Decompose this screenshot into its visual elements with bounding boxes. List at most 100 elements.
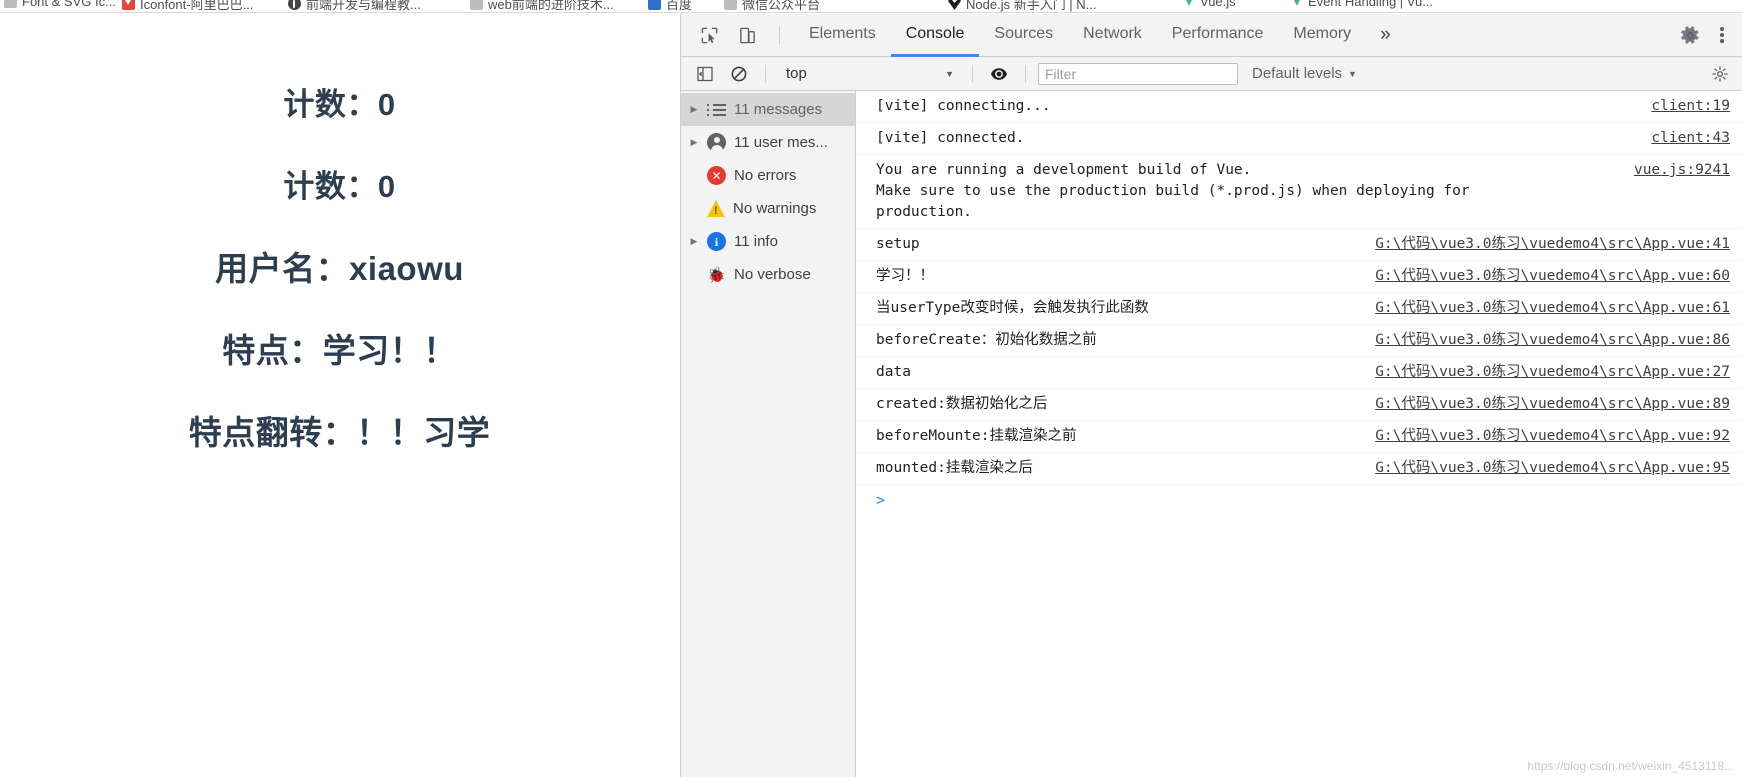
tab-label: Elements — [809, 25, 876, 42]
console-log-row[interactable]: created:数据初始化之后 G:\代码\vue3.0练习\vuedemo4\s… — [856, 389, 1742, 421]
console-log-source-link[interactable]: G:\代码\vue3.0练习\vuedemo4\src\App.vue:27 — [1375, 362, 1730, 383]
screenshot-root: Font & SVG Ic... Iconfont-阿里巴巴... 前端开发与编程教… — [0, 0, 1742, 777]
tab-network[interactable]: Network — [1068, 14, 1157, 57]
console-log-row[interactable]: 当userType改变时候，会触发执行此函数 G:\代码\vue3.0练习\vue… — [856, 293, 1742, 325]
tab-memory[interactable]: Memory — [1278, 14, 1366, 57]
sidebar-item-error[interactable]: ▶✕No errors — [681, 159, 855, 192]
console-log-row[interactable]: [vite] connecting... client:19 — [856, 91, 1742, 123]
list-icon — [707, 100, 726, 119]
console-log-source-link[interactable]: G:\代码\vue3.0练习\vuedemo4\src\App.vue:60 — [1375, 266, 1730, 287]
console-log-message: setup — [876, 236, 920, 252]
toolbar-divider — [779, 26, 780, 44]
bookmark-label: Font & SVG Ic... — [22, 0, 116, 9]
tab-console[interactable]: Console — [890, 14, 980, 57]
console-log-row[interactable]: data G:\代码\vue3.0练习\vuedemo4\src\App.vue:… — [856, 357, 1742, 389]
tab-label: Memory — [1293, 25, 1352, 42]
bookmark-item[interactable]: Iconfont-阿里巴巴... — [122, 0, 253, 12]
sidebar-item-warning[interactable]: ▶!No warnings — [681, 192, 855, 225]
console-log-row[interactable]: beforeMounte:挂载渲染之前 G:\代码\vue3.0练习\vuedem… — [856, 421, 1742, 453]
sidebar-item-info[interactable]: ▶ i 11 info — [681, 225, 855, 258]
console-log-message: beforeCreate：初始化数据之前 — [876, 332, 1097, 348]
sidebar-item-bug[interactable]: ▶🐞No verbose — [681, 258, 855, 291]
console-log-message: mounted:挂载渲染之后 — [876, 460, 1033, 476]
console-settings-icon[interactable] — [1706, 60, 1734, 88]
execution-context-selector[interactable]: top ▼ — [778, 62, 960, 86]
console-log-source-link[interactable]: G:\代码\vue3.0练习\vuedemo4\src\App.vue:86 — [1375, 330, 1730, 351]
black-hex-icon — [948, 0, 961, 10]
green-triangle-icon — [1182, 0, 1195, 8]
console-log-message: created:数据初始化之后 — [876, 396, 1048, 412]
more-options-icon[interactable] — [1708, 21, 1736, 49]
execution-context-label: top — [786, 65, 807, 82]
console-log-source-link[interactable]: vue.js:9241 — [1634, 160, 1730, 181]
grey-square-icon — [470, 0, 483, 10]
bug-icon: 🐞 — [707, 266, 726, 284]
console-log-source-link[interactable]: G:\代码\vue3.0练习\vuedemo4\src\App.vue:92 — [1375, 426, 1730, 447]
device-toolbar-icon[interactable] — [733, 21, 761, 49]
sidebar-item-label: 11 info — [734, 233, 778, 250]
tab-elements[interactable]: Elements — [794, 14, 891, 57]
grey-square-icon — [724, 0, 737, 10]
bookmark-label: Event Handling | Vu... — [1308, 0, 1434, 9]
console-log-row[interactable]: [vite] connected. client:43 — [856, 123, 1742, 155]
gear-icon[interactable] — [1676, 21, 1704, 49]
chevron-right-icon[interactable]: ▶ — [689, 137, 699, 148]
filter-input[interactable] — [1038, 62, 1238, 85]
green-triangle-icon — [1290, 0, 1303, 8]
console-log-message: data — [876, 364, 911, 380]
console-log-row[interactable]: beforeCreate：初始化数据之前 G:\代码\vue3.0练习\vuede… — [856, 325, 1742, 357]
tab-label: Performance — [1171, 25, 1264, 42]
chevron-right-icon[interactable]: ▶ — [689, 236, 699, 247]
clear-console-icon[interactable] — [725, 60, 753, 88]
console-log-row[interactable]: You are running a development build of V… — [856, 155, 1742, 229]
console-log-source-link[interactable]: G:\代码\vue3.0练习\vuedemo4\src\App.vue:89 — [1375, 394, 1730, 415]
chevron-right-icon[interactable]: ▶ — [689, 104, 699, 115]
bookmark-item[interactable]: Event Handling | Vu... — [1290, 0, 1433, 9]
console-log-row[interactable]: mounted:挂载渲染之后 G:\代码\vue3.0练习\vuedemo4\sr… — [856, 453, 1742, 485]
sidebar-item-list[interactable]: ▶ 11 messages — [681, 93, 855, 126]
page-content: 计数：0 计数：0 用户名：xiaowu 特点：学习！！ 特点翻转：！！习学 — [0, 14, 679, 474]
rendered-page-viewport: 计数：0 计数：0 用户名：xiaowu 特点：学习！！ 特点翻转：！！习学 — [0, 14, 679, 777]
tab-performance[interactable]: Performance — [1157, 14, 1279, 57]
filterbar-right — [1706, 60, 1736, 88]
filterbar-divider-1 — [765, 64, 766, 83]
console-log-source-link[interactable]: G:\代码\vue3.0练习\vuedemo4\src\App.vue:95 — [1375, 458, 1730, 479]
bookmark-item[interactable]: 百度 — [648, 0, 693, 12]
console-log-source-link[interactable]: client:43 — [1651, 128, 1730, 149]
console-log-row[interactable]: 学习！！ G:\代码\vue3.0练习\vuedemo4\src\App.vue:… — [856, 261, 1742, 293]
console-log-list: [vite] connecting... client:19 [vite] conn… — [856, 91, 1742, 777]
console-sidebar: ▶11 messages▶11 user mes...▶✕No errors▶!… — [681, 91, 856, 777]
bookmark-item[interactable]: web前端的进阶技术... — [470, 0, 614, 12]
console-log-source-link[interactable]: G:\代码\vue3.0练习\vuedemo4\src\App.vue:41 — [1375, 234, 1730, 255]
sidebar-item-user[interactable]: ▶ 11 user mes... — [681, 126, 855, 159]
devtools-tabbar: Elements Console Sources Network Performance… — [681, 14, 1742, 57]
devtools-tab-list: Elements Console Sources Network Performance… — [794, 14, 1366, 57]
prompt-caret: > — [876, 491, 886, 509]
log-levels-dropdown[interactable]: Default levels ▼ — [1244, 65, 1365, 82]
tab-label: Sources — [994, 25, 1054, 42]
console-prompt[interactable]: > — [856, 485, 1742, 515]
bookmark-item[interactable]: 前端开发与编程教... — [288, 0, 421, 12]
inspect-element-icon[interactable] — [695, 21, 723, 49]
sidebar-item-label: No warnings — [733, 200, 817, 217]
page-line-count-1: 计数：0 — [283, 87, 396, 122]
bookmark-item[interactable]: Font & SVG Ic... — [4, 0, 116, 9]
live-expression-icon[interactable] — [985, 60, 1013, 88]
dark-circle-icon — [288, 0, 301, 10]
watermark-text: https://blog.csdn.net/weixin_4513118... — [1527, 759, 1734, 773]
bookmark-item[interactable]: Node.js 新手入门 | N... — [948, 0, 1097, 12]
console-log-source-link[interactable]: client:19 — [1651, 96, 1730, 117]
bookmark-label: 百度 — [666, 0, 693, 12]
bookmark-item[interactable]: 微信公众平台 — [724, 0, 820, 12]
page-line-count-2: 计数：0 — [283, 169, 396, 204]
bookmark-item[interactable]: Vue.js — [1182, 0, 1236, 9]
sidebar-item-label: No errors — [734, 167, 797, 184]
console-log-message: [vite] connected. — [876, 130, 1025, 146]
more-tabs-button[interactable]: » — [1366, 14, 1405, 56]
console-log-row[interactable]: setup G:\代码\vue3.0练习\vuedemo4\src\App.vue… — [856, 229, 1742, 261]
console-log-source-link[interactable]: G:\代码\vue3.0练习\vuedemo4\src\App.vue:61 — [1375, 298, 1730, 319]
tab-sources[interactable]: Sources — [979, 14, 1068, 57]
page-line-feature: 特点：学习！！ — [222, 332, 457, 369]
grey-square-icon — [4, 0, 17, 8]
show-console-sidebar-icon[interactable] — [691, 60, 719, 88]
